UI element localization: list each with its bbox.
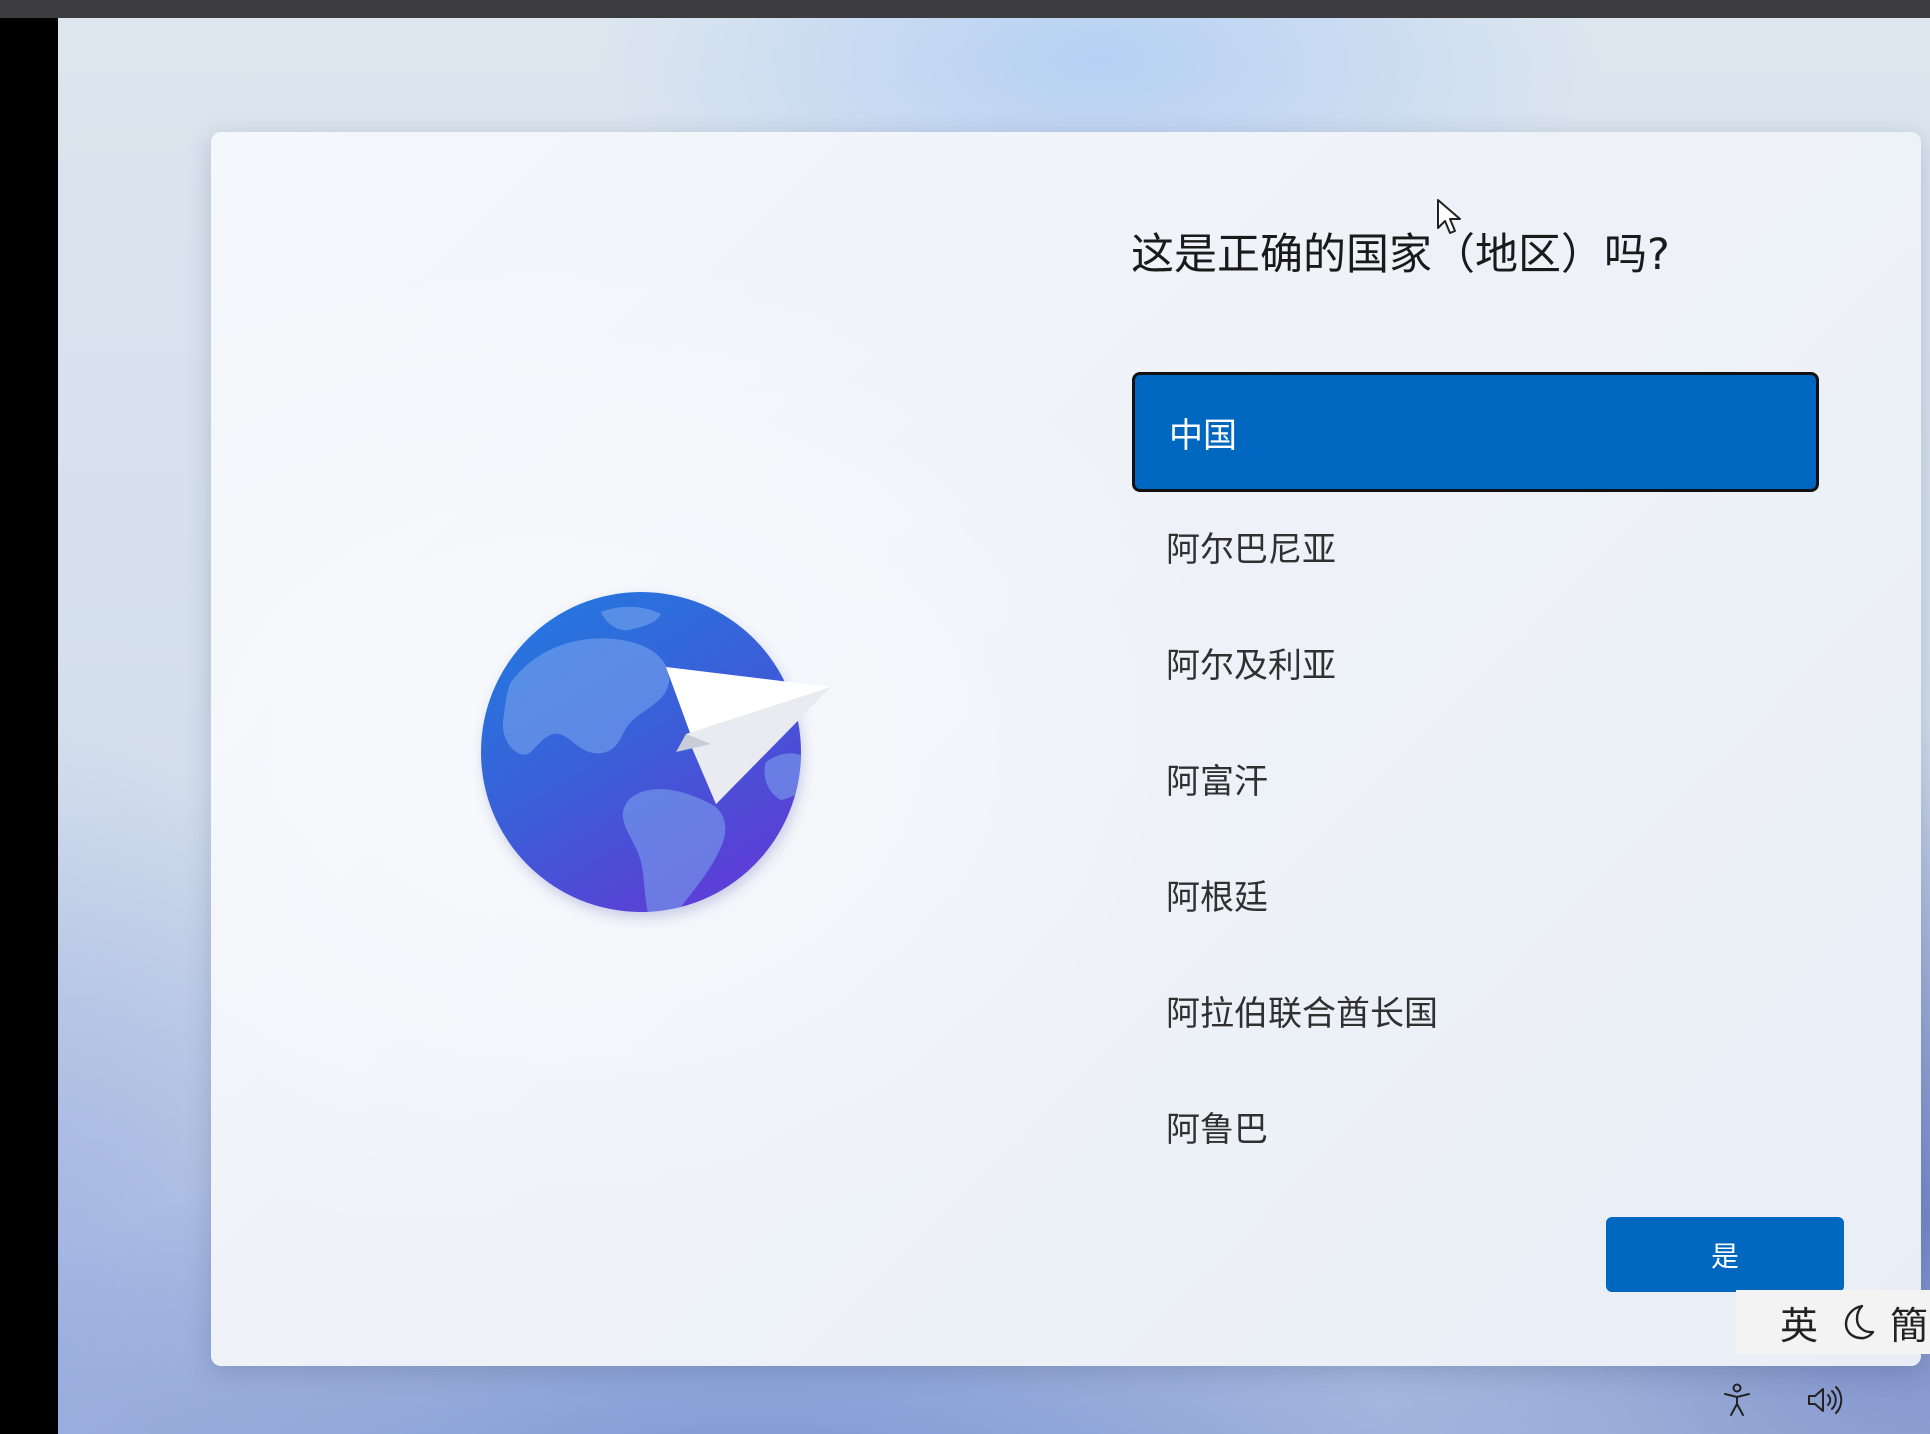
left-bar <box>0 18 58 1434</box>
volume-icon[interactable] <box>1805 1380 1845 1420</box>
desktop-background: 这是正确的国家（地区）吗? 中国 阿尔巴尼亚 阿尔及利亚 阿富汗 阿根廷 阿拉伯… <box>58 18 1930 1434</box>
accessibility-icon[interactable] <box>1717 1380 1757 1420</box>
country-option[interactable]: 阿根廷 <box>1132 836 1819 952</box>
mouse-cursor-icon <box>1436 198 1462 238</box>
country-option[interactable]: 阿鲁巴 <box>1132 1068 1819 1184</box>
ime-toolbar: 英 簡 <box>1736 1290 1930 1354</box>
yes-button[interactable]: 是 <box>1606 1217 1844 1292</box>
country-option[interactable]: 阿尔及利亚 <box>1132 604 1819 720</box>
moon-icon[interactable] <box>1840 1302 1876 1342</box>
page-title: 这是正确的国家（地区）吗? <box>1131 230 1670 280</box>
top-bar <box>0 0 1930 18</box>
country-option-selected[interactable]: 中国 <box>1132 372 1819 492</box>
ime-script-toggle[interactable]: 簡 <box>1890 1295 1928 1350</box>
country-list[interactable]: 中国 阿尔巴尼亚 阿尔及利亚 阿富汗 阿根廷 阿拉伯联合酋长国 阿鲁巴 <box>1132 372 1819 1184</box>
ime-mode-toggle[interactable]: 英 <box>1780 1295 1818 1350</box>
country-option[interactable]: 阿拉伯联合酋长国 <box>1132 952 1819 1068</box>
setup-dialog: 这是正确的国家（地区）吗? 中国 阿尔巴尼亚 阿尔及利亚 阿富汗 阿根廷 阿拉伯… <box>211 132 1921 1366</box>
country-option[interactable]: 阿尔巴尼亚 <box>1132 488 1819 604</box>
globe-with-paper-plane-icon <box>471 572 871 932</box>
screen: 这是正确的国家（地区）吗? 中国 阿尔巴尼亚 阿尔及利亚 阿富汗 阿根廷 阿拉伯… <box>0 0 1930 1434</box>
country-option[interactable]: 阿富汗 <box>1132 720 1819 836</box>
